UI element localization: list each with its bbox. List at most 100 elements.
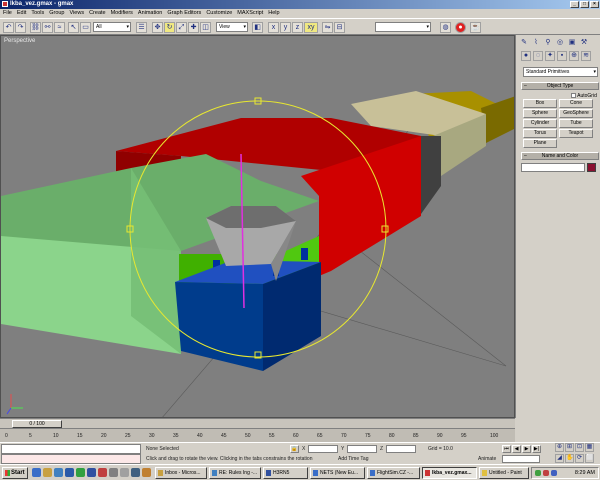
- app-quicklaunch-icon[interactable]: [109, 468, 118, 477]
- maxscript-listener-output[interactable]: [1, 454, 141, 464]
- constrain-y-icon[interactable]: y: [280, 22, 291, 33]
- torus-button[interactable]: Torus: [523, 129, 557, 138]
- animate-button[interactable]: Animate: [478, 455, 496, 463]
- tube-button[interactable]: Tube: [559, 119, 593, 128]
- redo-icon[interactable]: ↷: [15, 22, 26, 33]
- perspective-viewport[interactable]: Perspective: [0, 35, 515, 418]
- teapot-button[interactable]: Teapot: [559, 129, 593, 138]
- taskbar-item-h3rn5[interactable]: H3RN5: [263, 467, 308, 479]
- taskbar-item-gmax[interactable]: lkba_vez.gmax...: [422, 467, 477, 479]
- rotate-icon[interactable]: ↻: [164, 22, 175, 33]
- viewport-label[interactable]: Perspective: [4, 38, 35, 44]
- cylinder-button[interactable]: Cylinder: [523, 119, 557, 128]
- material-editor-icon[interactable]: ◍: [440, 22, 451, 33]
- select-region-icon[interactable]: ▭: [80, 22, 91, 33]
- shapes-icon[interactable]: ◌: [533, 51, 543, 61]
- app-quicklaunch-icon[interactable]: [131, 468, 140, 477]
- name-and-color-rollout[interactable]: Name and Color: [521, 152, 599, 160]
- minimize-button[interactable]: _: [570, 1, 579, 8]
- ie-icon[interactable]: [32, 468, 41, 477]
- pan-icon[interactable]: ✋: [565, 454, 574, 463]
- explorer-icon[interactable]: [87, 468, 96, 477]
- zoom-extents-all-icon[interactable]: ▦: [585, 443, 594, 452]
- use-pivot-center-icon[interactable]: ◧: [252, 22, 263, 33]
- menu-maxscript[interactable]: MAXScript: [237, 9, 263, 18]
- desktop-icon[interactable]: [54, 468, 63, 477]
- display-tab-icon[interactable]: ▣: [567, 38, 577, 48]
- taskbar-item-nets[interactable]: NETS (New Eu...: [310, 467, 365, 479]
- word-icon[interactable]: [65, 468, 74, 477]
- time-slider[interactable]: 0 / 100: [0, 418, 515, 428]
- constrain-x-icon[interactable]: x: [268, 22, 279, 33]
- bind-space-warp-icon[interactable]: ≈: [54, 22, 65, 33]
- ref-coord-dropdown[interactable]: View: [216, 22, 248, 32]
- geometry-icon[interactable]: ●: [521, 51, 531, 61]
- excel-icon[interactable]: [76, 468, 85, 477]
- tray-icon[interactable]: [535, 470, 541, 476]
- taskbar-item-flightsim[interactable]: FlightSim.CZ -...: [367, 467, 420, 479]
- plane-button[interactable]: Plane: [523, 139, 557, 148]
- scene-canvas[interactable]: [1, 36, 515, 418]
- zoom-icon[interactable]: ⊕: [555, 443, 564, 452]
- maxscript-listener-input[interactable]: [1, 444, 141, 454]
- object-name-input[interactable]: [521, 163, 585, 172]
- lock-selection-icon[interactable]: 🔒: [290, 445, 299, 453]
- goto-start-icon[interactable]: ⏮: [502, 445, 511, 453]
- clock[interactable]: 8:29 AM: [575, 468, 595, 478]
- menu-modifiers[interactable]: Modifiers: [111, 9, 133, 18]
- select-object-icon[interactable]: ↖: [68, 22, 79, 33]
- render-icon[interactable]: ●: [455, 22, 466, 33]
- align-icon[interactable]: ⊟: [334, 22, 345, 33]
- cameras-icon[interactable]: ▪: [557, 51, 567, 61]
- prev-frame-icon[interactable]: ◀: [512, 445, 521, 453]
- maximize-button[interactable]: □: [580, 1, 589, 8]
- geosphere-button[interactable]: GeoSphere: [559, 109, 593, 118]
- cone-button[interactable]: Cone: [559, 99, 593, 108]
- menu-animation[interactable]: Animation: [138, 9, 162, 18]
- app-quicklaunch-icon[interactable]: [142, 468, 151, 477]
- tray-icon[interactable]: [551, 470, 557, 476]
- object-type-rollout[interactable]: Object Type: [521, 82, 599, 90]
- outlook-icon[interactable]: [43, 468, 52, 477]
- fov-icon[interactable]: ◢: [555, 454, 564, 463]
- app-quicklaunch-icon[interactable]: [98, 468, 107, 477]
- lights-icon[interactable]: ✦: [545, 51, 555, 61]
- time-slider-thumb[interactable]: 0 / 100: [12, 420, 62, 428]
- close-button[interactable]: ×: [590, 1, 599, 8]
- y-coord-field[interactable]: [347, 445, 377, 453]
- constrain-z-icon[interactable]: z: [292, 22, 303, 33]
- link-icon[interactable]: ⛓: [30, 22, 41, 33]
- menu-create[interactable]: Create: [89, 9, 106, 18]
- quick-render-icon[interactable]: ☕: [470, 22, 481, 33]
- select-by-name-icon[interactable]: ☰: [136, 22, 147, 33]
- undo-icon[interactable]: ↶: [3, 22, 14, 33]
- mirror-icon[interactable]: ⇋: [322, 22, 333, 33]
- taskbar-item-re-rules[interactable]: RE: Rules Ing -...: [209, 467, 261, 479]
- track-bar[interactable]: 0 5 10 15 20 25 30 35 40 45 50 55 60 65 …: [0, 428, 515, 442]
- menu-graph-editors[interactable]: Graph Editors: [167, 9, 201, 18]
- pivot-icon[interactable]: ◫: [200, 22, 211, 33]
- z-coord-field[interactable]: [386, 445, 416, 453]
- unlink-icon[interactable]: ⚯: [42, 22, 53, 33]
- next-frame-icon[interactable]: ▶|: [532, 445, 541, 453]
- scale-icon[interactable]: ⤢: [176, 22, 187, 33]
- tray-icon[interactable]: [543, 470, 549, 476]
- menu-tools[interactable]: Tools: [31, 9, 44, 18]
- select-manipulate-icon[interactable]: ✚: [188, 22, 199, 33]
- sphere-button[interactable]: Sphere: [523, 109, 557, 118]
- play-icon[interactable]: ▶: [522, 445, 531, 453]
- move-icon[interactable]: ✥: [152, 22, 163, 33]
- menu-file[interactable]: File: [3, 9, 12, 18]
- menu-help[interactable]: Help: [268, 9, 279, 18]
- create-tab-icon[interactable]: ✎: [519, 38, 529, 48]
- start-button[interactable]: Start: [2, 467, 28, 479]
- menu-edit[interactable]: Edit: [17, 9, 26, 18]
- taskbar-item-inbox[interactable]: Inbox - Micros...: [155, 467, 207, 479]
- x-coord-field[interactable]: [308, 445, 338, 453]
- current-frame-field[interactable]: [502, 455, 540, 463]
- autogrid-box[interactable]: [571, 93, 576, 99]
- menu-views[interactable]: Views: [70, 9, 85, 18]
- maximize-viewport-icon[interactable]: ⬜: [585, 454, 594, 463]
- helpers-icon[interactable]: ⊕: [569, 51, 579, 61]
- named-selection-sets-dropdown[interactable]: [375, 22, 431, 32]
